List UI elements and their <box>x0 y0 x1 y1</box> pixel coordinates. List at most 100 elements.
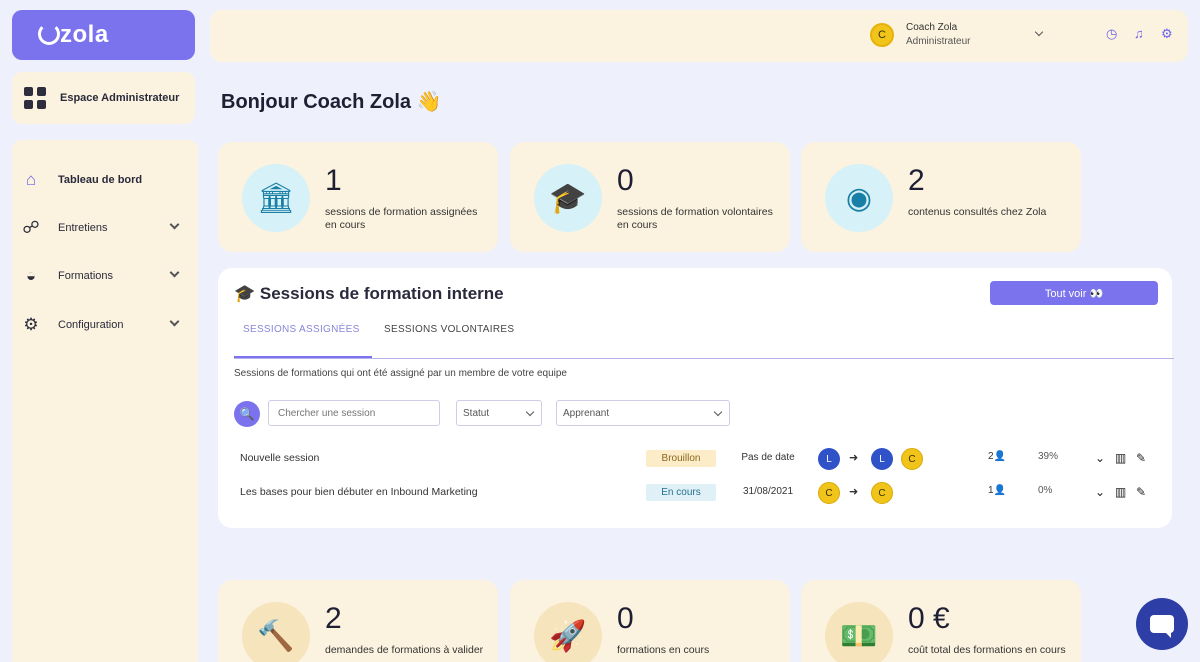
sidebar-item-label: Formations <box>58 270 114 282</box>
graduation-icon: ◒ <box>25 266 37 285</box>
bank-icon: 🏛 <box>242 164 310 232</box>
sidebar-item-label: Entretiens <box>58 222 108 234</box>
sidebar-item-dashboard[interactable]: ⌂ Tableau de bord <box>12 167 192 193</box>
banknote-icon: 💵 <box>825 602 893 662</box>
stat-label: sessions de formation assignées en cours <box>325 206 478 231</box>
session-progress: 39% <box>1038 451 1059 462</box>
gear-icon: ⚙ <box>23 315 39 334</box>
gavel-icon: 🔨 <box>242 602 310 662</box>
active-tab-indicator <box>234 356 372 358</box>
stat-value: 2 <box>908 164 925 197</box>
rocket-icon: 🚀 <box>534 602 602 662</box>
sidebar-item-interviews[interactable]: ☍ Entretiens <box>12 215 192 241</box>
status-filter-select[interactable]: Statut <box>456 400 542 426</box>
sidebar-item-trainings[interactable]: ◒ Formations <box>12 263 192 289</box>
learner-filter-select[interactable]: Apprenant <box>556 400 730 426</box>
brand-name: zola <box>60 21 109 48</box>
session-name[interactable]: Les bases pour bien débuter en Inbound M… <box>240 486 478 498</box>
stat-value: 0 <box>617 164 634 197</box>
see-all-button[interactable]: Tout voir 👀 <box>990 281 1158 305</box>
sidebar-nav: ⌂ Tableau de bord ☍ Entretiens ◒ Formati… <box>12 140 198 662</box>
sidebar-item-configuration[interactable]: ⚙ Configuration <box>12 312 192 338</box>
tab-voluntary-sessions[interactable]: SESSIONS VOLONTAIRES <box>384 324 514 335</box>
chevron-down-icon[interactable] <box>1034 27 1044 37</box>
arrow-right-icon: ➜ <box>849 486 859 498</box>
sessions-title: 🎓 Sessions de formation interne <box>234 284 504 303</box>
chevron-down-icon <box>713 407 723 417</box>
search-input[interactable] <box>268 400 440 426</box>
edit-pencil-icon[interactable]: ✎ <box>1136 485 1146 499</box>
avatar: L <box>871 448 893 470</box>
sessions-panel: 🎓 Sessions de formation interne Tout voi… <box>218 268 1174 528</box>
eye-icon: ◉ <box>825 164 893 232</box>
search-icon[interactable]: 🔍 <box>234 401 260 427</box>
page-title: Bonjour Coach Zola 👋 <box>221 91 442 113</box>
table-row[interactable]: Les bases pour bien débuter en Inbound M… <box>218 479 1172 507</box>
chevron-down-icon <box>169 219 180 230</box>
zola-logo-icon <box>38 23 60 45</box>
edit-pencil-icon[interactable]: ✎ <box>1136 451 1146 465</box>
chat-bubble-icon <box>1150 615 1174 638</box>
stat-value: 1 <box>325 164 342 197</box>
top-bar: C Coach Zola Administrateur ◷ ♫ ⚙ <box>210 10 1188 62</box>
stats-chart-icon[interactable]: ▥ <box>1115 451 1126 465</box>
avatar: L <box>818 448 840 470</box>
stat-card-content: ◉ 2 contenus consultés chez Zola <box>801 142 1081 252</box>
stat-label: contenus consultés chez Zola <box>908 206 1047 218</box>
stat-label: formations en cours <box>617 644 710 656</box>
stat-card-requests: 🔨 2 demandes de formations à valider <box>218 580 498 662</box>
stat-card-assigned: 🏛 1 sessions de formation assignées en c… <box>218 142 498 252</box>
brand-logo[interactable]: zola <box>12 10 195 60</box>
session-name[interactable]: Nouvelle session <box>240 452 319 464</box>
sidebar-item-label: Tableau de bord <box>58 174 143 186</box>
stat-value: 0 <box>617 602 634 635</box>
sidebar-item-label: Configuration <box>58 319 124 331</box>
tab-divider <box>234 358 1174 359</box>
clock-icon[interactable]: ◷ <box>1106 26 1117 42</box>
graduation-cap-icon: 🎓 <box>534 164 602 232</box>
participant-count: 1👤 <box>988 485 1007 496</box>
session-date: 31/08/2021 <box>742 486 794 497</box>
status-badge: En cours <box>646 484 716 501</box>
admin-space-switcher[interactable]: Espace Administrateur <box>12 72 195 124</box>
home-icon: ⌂ <box>25 170 37 189</box>
participant-count: 2👤 <box>988 451 1007 462</box>
gear-icon[interactable]: ⚙ <box>1161 26 1173 42</box>
stat-label: coût total des formations en cours <box>908 644 1066 656</box>
learner-filter-value: Apprenant <box>563 407 610 419</box>
stat-card-voluntary: 🎓 0 sessions de formation volontaires en… <box>510 142 790 252</box>
user-name[interactable]: Coach Zola <box>906 22 957 33</box>
tab-assigned-sessions[interactable]: SESSIONS ASSIGNÉES <box>243 324 360 335</box>
chevron-down-icon <box>525 407 535 417</box>
grid-icon <box>24 87 46 109</box>
admin-space-label: Espace Administrateur <box>60 92 180 104</box>
expand-chevron-icon[interactable]: ⌄ <box>1095 485 1105 499</box>
table-row[interactable]: Nouvelle session Brouillon Pas de date L… <box>218 445 1172 473</box>
arrow-right-icon: ➜ <box>849 452 859 464</box>
users-icon: 👤 <box>993 451 1007 462</box>
status-badge: Brouillon <box>646 450 716 467</box>
stat-value: 2 <box>325 602 342 635</box>
avatar: C <box>901 448 923 470</box>
chat-launcher-button[interactable] <box>1136 598 1188 650</box>
status-filter-value: Statut <box>463 407 490 419</box>
expand-chevron-icon[interactable]: ⌄ <box>1095 451 1105 465</box>
chevron-down-icon <box>169 316 180 327</box>
avatar: C <box>871 482 893 504</box>
users-icon: 👤 <box>993 485 1007 496</box>
chevron-down-icon <box>169 267 180 278</box>
chat-icon: ☍ <box>22 218 40 237</box>
stat-label: sessions de formation volontaires en cou… <box>617 206 773 231</box>
stat-label: demandes de formations à valider <box>325 644 484 656</box>
user-avatar[interactable]: C <box>870 23 894 47</box>
stat-card-trainings: 🚀 0 formations en cours <box>510 580 790 662</box>
stat-value: 0 € <box>908 602 950 635</box>
stat-card-cost: 💵 0 € coût total des formations en cours <box>801 580 1081 662</box>
bell-icon[interactable]: ♫ <box>1134 26 1144 41</box>
sessions-hint: Sessions de formations qui ont été assig… <box>234 368 567 379</box>
user-role: Administrateur <box>906 36 971 47</box>
stats-chart-icon[interactable]: ▥ <box>1115 485 1126 499</box>
session-progress: 0% <box>1038 485 1053 496</box>
avatar: C <box>818 482 840 504</box>
session-date: Pas de date <box>741 452 795 463</box>
